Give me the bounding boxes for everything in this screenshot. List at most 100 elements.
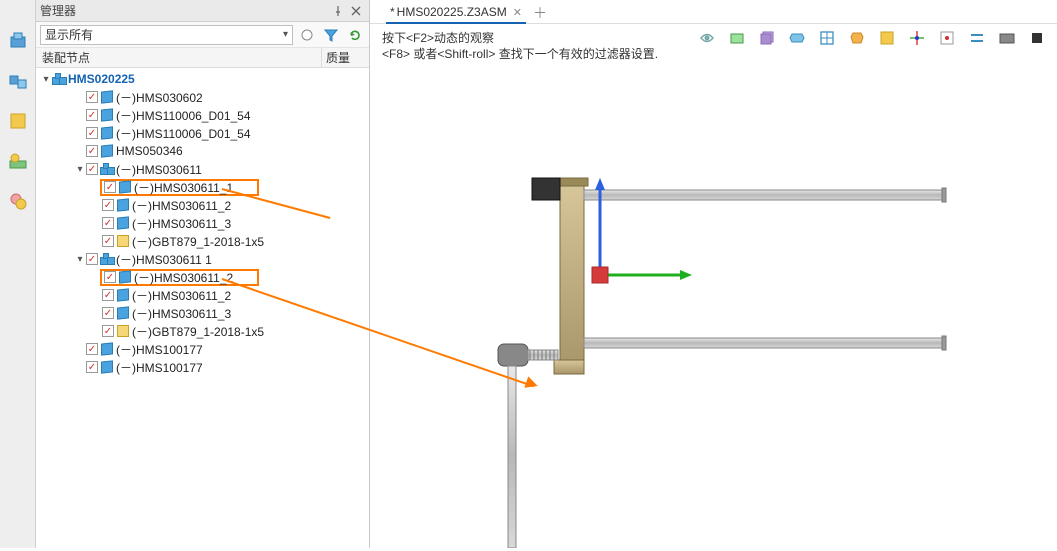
tree-node[interactable]: ✓(－)GBT879_1-2018-1x5 (36, 322, 369, 340)
tab-close-icon[interactable]: ✕ (513, 6, 522, 19)
visibility-checkbox[interactable]: ✓ (86, 343, 98, 355)
tree-node-label: (－)HMS030611 1 (116, 251, 212, 268)
tab-dirty-marker: * (390, 5, 395, 19)
tree-node[interactable]: ✓ (－)HMS110006_D01_54 (36, 106, 369, 124)
vt-icon-1[interactable] (697, 28, 717, 48)
tree-node[interactable]: ▾✓ (－)HMS030611 1 (36, 250, 369, 268)
vt-icon-10[interactable] (967, 28, 987, 48)
visibility-checkbox[interactable]: ✓ (102, 307, 114, 319)
tree-header-name[interactable]: 装配节点 (36, 48, 321, 67)
assembly-tree[interactable]: ▾ HMS020225 ✓(－)HMS030602✓(－)HMS110006_D… (36, 68, 369, 548)
part-icon (100, 360, 114, 374)
vt-icon-6[interactable] (847, 28, 867, 48)
tree-node[interactable]: ✓(－)HMS030602 (36, 88, 369, 106)
tree-node[interactable]: ✓ (－)HMS030611_1 (36, 178, 369, 196)
vt-icon-4[interactable] (787, 28, 807, 48)
side-tool-4[interactable] (5, 148, 31, 174)
twisty-icon[interactable]: ▾ (74, 253, 86, 265)
visibility-checkbox[interactable]: ✓ (102, 217, 114, 229)
part-icon (118, 270, 132, 284)
visibility-checkbox[interactable]: ✓ (102, 235, 114, 247)
tree-node[interactable]: ✓(－)HMS100177 (36, 358, 369, 376)
tab-active[interactable]: * HMS020225.Z3ASM ✕ (382, 1, 530, 23)
tree-node[interactable]: ✓(－)HMS030611_2 (36, 196, 369, 214)
tab-label: HMS020225.Z3ASM (397, 5, 507, 19)
visibility-checkbox[interactable]: ✓ (104, 181, 116, 193)
asm-icon (100, 252, 114, 266)
pin-icon[interactable] (329, 3, 347, 19)
part-icon (116, 306, 130, 320)
tree-node[interactable]: ✓ (－)HMS110006_D01_54 (36, 124, 369, 142)
vt-icon-11[interactable] (997, 28, 1017, 48)
refresh-icon[interactable] (345, 25, 365, 45)
chevron-down-icon: ▾ (283, 29, 288, 40)
vt-icon-3[interactable] (757, 28, 777, 48)
visibility-checkbox[interactable]: ✓ (86, 145, 98, 157)
vt-icon-8[interactable] (907, 28, 927, 48)
tree-node-label: (－)HMS100177 (116, 341, 203, 358)
manager-title-text: 管理器 (40, 2, 76, 19)
twisty-icon[interactable]: ▾ (40, 73, 52, 85)
tree-node[interactable]: ▾✓ (－)HMS030611 (36, 160, 369, 178)
side-tool-3[interactable] (5, 108, 31, 134)
close-icon[interactable] (347, 3, 365, 19)
tree-node-label: (－)HMS030611_3 (132, 305, 231, 322)
part-icon (116, 288, 130, 302)
visibility-checkbox[interactable]: ✓ (104, 271, 116, 283)
tree-node-label: (－)HMS030611_2 (134, 269, 233, 286)
manager-panel: 管理器 显示所有 ▾ 装配节点 (0, 0, 370, 548)
tree-node-label: (－)HMS030611_1 (134, 179, 233, 196)
part-icon (116, 216, 130, 230)
viewport-hints: 按下<F2>动态的观察 <F8> 或者<Shift-roll> 查找下一个有效的… (382, 30, 658, 62)
tree-node-label: (－)HMS030611_2 (132, 287, 231, 304)
tree-node[interactable]: ✓ (－)HMS030611_2 (36, 268, 369, 286)
asm-icon (100, 162, 114, 176)
manager-main: 管理器 显示所有 ▾ 装配节点 (36, 0, 369, 548)
apply-filter-button[interactable] (297, 25, 317, 45)
tree-node-label: (－)HMS110006_D01_54 (116, 107, 251, 124)
workspace: * HMS020225.Z3ASM ✕ ＋ 按下<F2>动态的观察 <F8> 或… (370, 0, 1057, 548)
visibility-checkbox[interactable]: ✓ (102, 199, 114, 211)
part-icon (100, 108, 114, 122)
tree-node[interactable]: ✓(－)HMS030611_3 (36, 214, 369, 232)
tree-node-label: (－)HMS030611 (116, 161, 202, 178)
visibility-checkbox[interactable]: ✓ (102, 289, 114, 301)
vt-icon-7[interactable] (877, 28, 897, 48)
visibility-checkbox[interactable]: ✓ (86, 163, 98, 175)
visibility-checkbox[interactable]: ✓ (86, 91, 98, 103)
visibility-checkbox[interactable]: ✓ (86, 361, 98, 373)
tab-add-button[interactable]: ＋ (530, 3, 550, 23)
part-icon (100, 90, 114, 104)
side-toolbar (0, 0, 36, 548)
filter-combo[interactable]: 显示所有 ▾ (40, 25, 293, 45)
side-tool-1[interactable] (5, 28, 31, 54)
tree-node[interactable]: ✓ HMS050346 (36, 142, 369, 160)
tree-node[interactable]: ✓ (－)HMS030611_2 (36, 286, 369, 304)
vt-icon-12[interactable] (1027, 28, 1047, 48)
visibility-checkbox[interactable]: ✓ (86, 253, 98, 265)
visibility-checkbox[interactable]: ✓ (86, 109, 98, 121)
model-render (370, 60, 1057, 548)
tree-node[interactable]: ✓ (－)GBT879_1-2018-1x5 (36, 232, 369, 250)
tree-node-label: (－)GBT879_1-2018-1x5 (132, 233, 264, 250)
part-icon (100, 342, 114, 356)
tree-node-label: HMS050346 (116, 144, 183, 158)
funnel-icon[interactable] (321, 25, 341, 45)
tree-header-qty[interactable]: 质量 (321, 48, 369, 67)
visibility-checkbox[interactable]: ✓ (86, 127, 98, 139)
tree-root[interactable]: ▾ HMS020225 (36, 70, 369, 88)
vt-icon-9[interactable] (937, 28, 957, 48)
tree-node-label: (－)HMS110006_D01_54 (116, 125, 251, 142)
side-tool-5[interactable] (5, 188, 31, 214)
tree-header: 装配节点 质量 (36, 48, 369, 68)
visibility-checkbox[interactable]: ✓ (102, 325, 114, 337)
file-icon (116, 234, 130, 248)
manager-title-bar: 管理器 (36, 0, 369, 22)
asm-icon (52, 72, 66, 86)
vt-icon-5[interactable] (817, 28, 837, 48)
vt-icon-2[interactable] (727, 28, 747, 48)
twisty-icon[interactable]: ▾ (74, 163, 86, 175)
tree-node[interactable]: ✓ (－)HMS100177 (36, 340, 369, 358)
viewport-3d[interactable] (370, 60, 1057, 548)
side-tool-2[interactable] (5, 68, 31, 94)
